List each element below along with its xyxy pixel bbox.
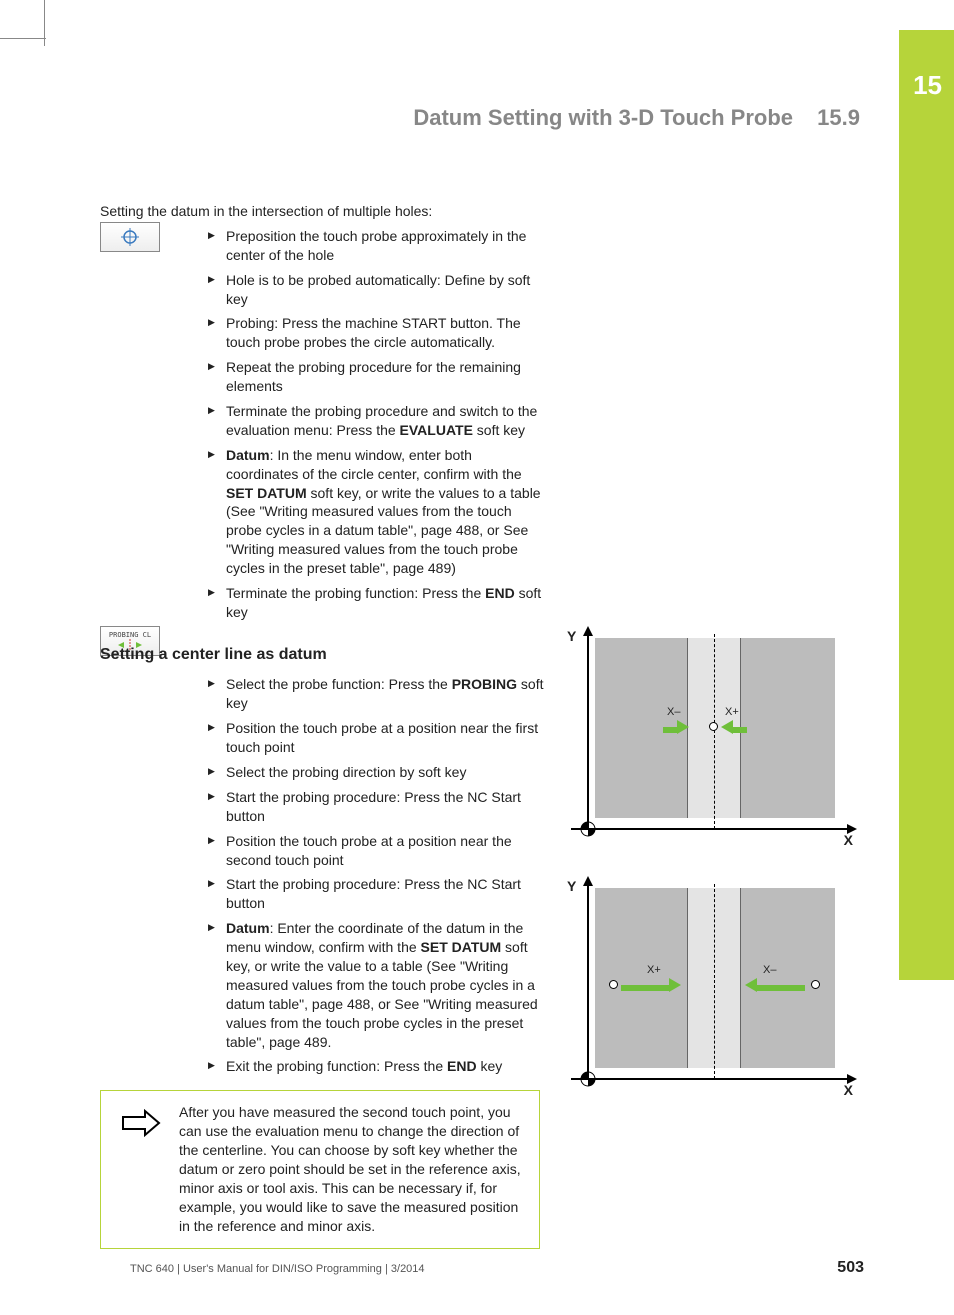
crop-mark: [44, 0, 45, 46]
note-box: After you have measured the second touch…: [100, 1090, 540, 1248]
list-item: Terminate the probing procedure and swit…: [208, 402, 548, 440]
header-title: Datum Setting with 3-D Touch Probe: [413, 105, 793, 130]
datum-origin-icon: [579, 1070, 597, 1088]
chapter-tab: [899, 30, 954, 980]
chapter-number: 15: [913, 70, 942, 101]
list-item: Exit the probing function: Press the END…: [208, 1057, 548, 1076]
footer-text: TNC 640 | User's Manual for DIN/ISO Prog…: [130, 1263, 425, 1275]
crop-mark: [0, 38, 46, 39]
procedure-list-2: Select the probe function: Press the PRO…: [208, 675, 548, 1076]
axis-label-x: X: [844, 1082, 853, 1098]
list-item: Position the touch probe at a position n…: [208, 832, 548, 870]
list-item: Start the probing procedure: Press the N…: [208, 875, 548, 913]
diagram-centerline-top: Y X X– X+: [565, 628, 855, 858]
probe-point-icon: [811, 980, 820, 989]
page: 15 Datum Setting with 3-D Touch Probe 15…: [0, 0, 954, 1315]
datum-origin-icon: [579, 820, 597, 838]
label-x-minus: X–: [763, 964, 776, 976]
list-item: Datum: In the menu window, enter both co…: [208, 446, 548, 578]
axis-label-y: Y: [567, 628, 576, 644]
probe-point-icon: [709, 722, 718, 731]
list-item: Terminate the probing function: Press th…: [208, 584, 548, 622]
note-text: After you have measured the second touch…: [179, 1104, 521, 1233]
page-number: 503: [837, 1259, 864, 1277]
list-item: Select the probing direction by soft key: [208, 763, 548, 782]
list-item: Datum: Enter the coordinate of the datum…: [208, 919, 548, 1051]
intro-text: Setting the datum in the intersection of…: [100, 202, 860, 221]
list-item: Start the probing procedure: Press the N…: [208, 788, 548, 826]
label-x-plus: X+: [647, 964, 661, 976]
note-arrow-icon: [119, 1109, 161, 1142]
list-item: Hole is to be probed automatically: Defi…: [208, 271, 548, 309]
axis-label-y: Y: [567, 878, 576, 894]
diagram-centerline-bottom: Y X X+ X–: [565, 878, 855, 1108]
label-x-plus: X+: [725, 706, 739, 718]
procedure-list-1: Preposition the touch probe approximatel…: [208, 227, 548, 622]
list-item: Repeat the probing procedure for the rem…: [208, 358, 548, 396]
header-section: 15.9: [817, 105, 860, 130]
axis-label-x: X: [844, 832, 853, 848]
list-item: Preposition the touch probe approximatel…: [208, 227, 548, 265]
list-item: Probing: Press the machine START button.…: [208, 314, 548, 352]
list-item: Position the touch probe at a position n…: [208, 719, 548, 757]
label-x-minus: X–: [667, 706, 680, 718]
page-header: Datum Setting with 3-D Touch Probe 15.9: [100, 105, 860, 131]
probe-point-icon: [609, 980, 618, 989]
list-item: Select the probe function: Press the PRO…: [208, 675, 548, 713]
